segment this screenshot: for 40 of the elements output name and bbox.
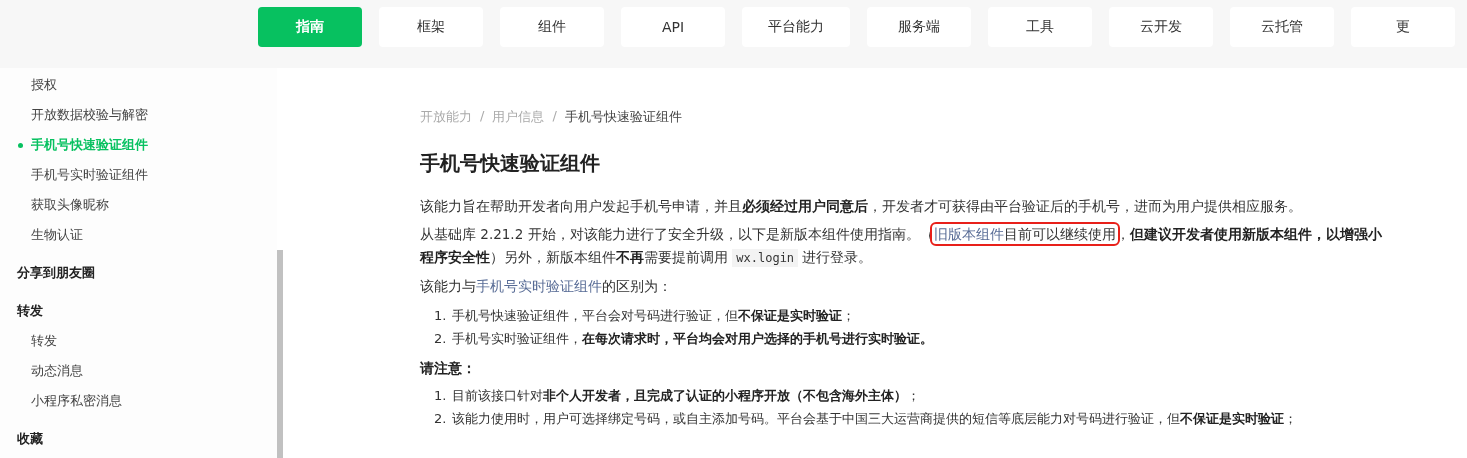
list-number: 2. — [434, 410, 447, 428]
doc-link[interactable]: 旧版本组件 — [933, 226, 1004, 242]
scrollbar[interactable] — [277, 250, 283, 458]
sidebar-item[interactable]: 开放数据校验与解密 — [0, 100, 277, 130]
nav-tab[interactable]: 框架 — [379, 7, 483, 47]
sidebar-item[interactable]: 授权 — [0, 70, 277, 100]
note-heading: 请注意： — [420, 360, 477, 378]
list-number: 2. — [434, 330, 447, 348]
paragraph: 该能力与手机号实时验证组件的区别为： — [420, 277, 673, 296]
sidebar-item[interactable]: 动态消息 — [0, 356, 277, 386]
sidebar-item[interactable]: 获取头像昵称 — [0, 190, 277, 220]
nav-tab[interactable]: 云托管 — [1230, 7, 1334, 47]
nav-tab[interactable]: API — [621, 7, 725, 47]
list-number: 1. — [434, 307, 447, 325]
inline-code: wx.login — [732, 249, 799, 267]
breadcrumb-separator: / — [480, 108, 485, 125]
page-title: 手机号快速验证组件 — [420, 150, 601, 177]
paragraph: 该能力旨在帮助开发者向用户发起手机号申请，并且必须经过用户同意后，开发者才可获得由平台验证后的手机号，进而为用户提供相应服务。 — [420, 197, 1303, 216]
sidebar-item[interactable]: 小程序私密消息 — [0, 386, 277, 416]
nav-tab[interactable]: 组件 — [500, 7, 604, 47]
nav-tab[interactable]: 云开发 — [1109, 7, 1213, 47]
highlight-text: 目前可以继续使用 — [1003, 226, 1116, 242]
breadcrumb-separator: / — [552, 108, 557, 125]
sidebar-section[interactable]: 分享到朋友圈 — [0, 258, 277, 288]
sidebar-section[interactable]: 转发 — [0, 296, 277, 326]
nav-tab[interactable]: 工具 — [988, 7, 1092, 47]
sidebar-item[interactable]: 生物认证 — [0, 220, 277, 250]
nav-tab[interactable]: 更 — [1351, 7, 1455, 47]
sidebar-item[interactable]: 转发 — [0, 326, 277, 356]
list-item-text: 手机号快速验证组件，平台会对号码进行验证，但不保证是实时验证； — [452, 307, 856, 325]
doc-link[interactable]: 手机号实时验证组件 — [476, 278, 602, 294]
nav-tab[interactable]: 平台能力 — [742, 7, 850, 47]
list-item-text: 目前该接口针对非个人开发者，且完成了认证的小程序开放（不包含海外主体）； — [452, 387, 921, 405]
nav-tab[interactable]: 服务端 — [867, 7, 971, 47]
sidebar-section[interactable]: 收藏 — [0, 424, 277, 454]
sidebar-item[interactable]: 手机号实时验证组件 — [0, 160, 277, 190]
list-item-text: 手机号实时验证组件，在每次请求时，平台均会对用户选择的手机号进行实时验证。 — [452, 330, 934, 348]
breadcrumb-item: 手机号快速验证组件 — [564, 108, 682, 126]
list-item-text: 该能力使用时，用户可选择绑定号码，或自主添加号码。平台会基于中国三大运营商提供的短信等底层能力对号码进行验证，但不保证是实时验证； — [452, 410, 1298, 428]
list-number: 1. — [434, 387, 447, 405]
